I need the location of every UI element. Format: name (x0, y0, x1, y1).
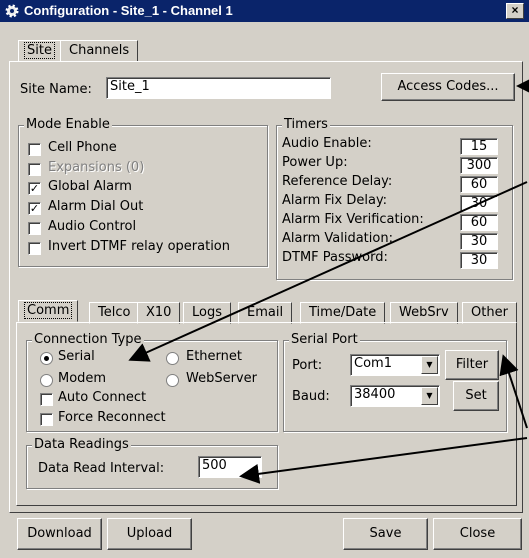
arrow-to-data-read-interval (239, 437, 528, 484)
arrow-to-filter (499, 354, 528, 429)
arrow-to-serial (128, 181, 528, 362)
annotation-arrows (128, 76, 529, 484)
